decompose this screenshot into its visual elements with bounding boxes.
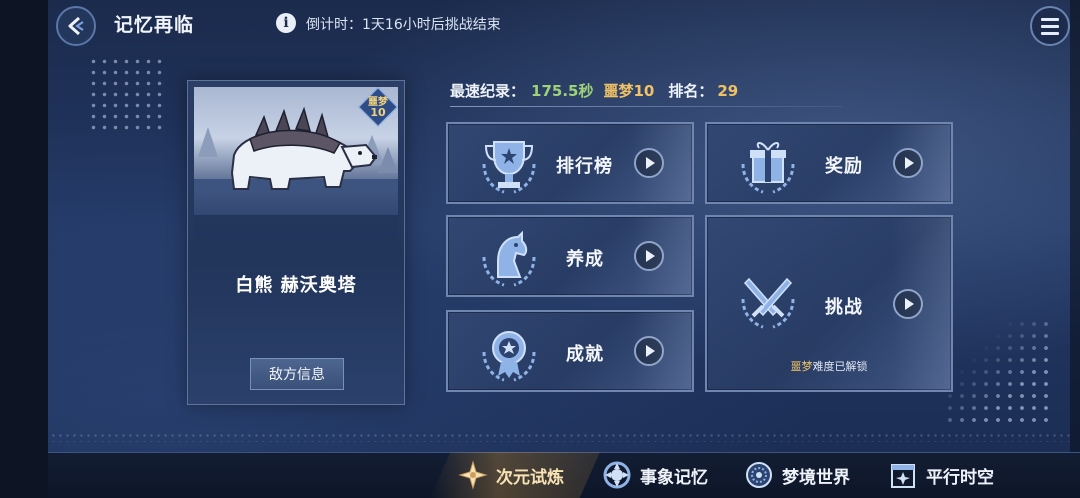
nav-label: 平行时空 — [926, 467, 994, 488]
boss-card: 噩梦 10 白熊 赫沃奥塔 敌方信息 — [187, 80, 405, 405]
arrow-right-icon[interactable] — [634, 241, 664, 271]
arrow-right-icon[interactable] — [893, 289, 923, 319]
compass-icon — [746, 462, 772, 488]
nav-tab-dream-world[interactable]: 梦境世界 — [744, 458, 850, 492]
info-icon[interactable]: i — [276, 13, 296, 33]
medal-icon — [482, 331, 536, 382]
right-edge — [1070, 0, 1080, 498]
decor-dots — [944, 318, 1056, 426]
achievements-label: 成就 — [566, 344, 604, 365]
arrow-right-icon[interactable] — [634, 336, 664, 366]
star-burst-icon — [458, 460, 488, 490]
record-label: 最速纪录： — [450, 82, 526, 100]
gate-icon — [891, 464, 915, 488]
hamburger-icon — [1041, 31, 1059, 35]
unlock-note-difficulty: 噩梦 — [790, 360, 813, 373]
screen-background: 记忆再临 i 倒计时：1天16小时后挑战结束 噩梦 10 白熊 赫沃奥塔 敌方信… — [0, 0, 1080, 498]
horse-head-icon — [482, 230, 536, 287]
challenge-label: 挑战 — [825, 297, 863, 318]
nav-label: 事象记忆 — [640, 467, 708, 488]
arrow-right-icon[interactable] — [893, 148, 923, 178]
left-edge — [0, 0, 48, 498]
portrait-fade — [194, 191, 398, 251]
countdown-text: 倒计时：1天16小时后挑战结束 — [306, 17, 501, 33]
nav-tab-parallel-spacetime[interactable]: 平行时空 — [888, 458, 994, 492]
hamburger-icon — [1041, 24, 1059, 28]
difficulty-level: 10 — [370, 106, 386, 119]
trophy-icon — [482, 141, 536, 194]
challenge-button[interactable]: 挑战 噩梦难度已解锁 — [705, 215, 953, 392]
difficulty-badge: 噩梦 10 — [358, 87, 398, 127]
rank-value: 29 — [717, 82, 739, 100]
nav-label: 梦境世界 — [782, 467, 850, 488]
unlock-note: 噩梦难度已解锁 — [707, 358, 951, 374]
back-button[interactable] — [56, 6, 96, 46]
nav-tab-dimension-trial[interactable]: 次元试炼 — [458, 458, 564, 492]
leaderboard-button[interactable]: 排行榜 — [446, 122, 694, 204]
spiral-icon — [603, 461, 631, 489]
record-difficulty: 噩梦10 — [603, 82, 655, 100]
rewards-button[interactable]: 奖励 — [705, 122, 953, 204]
best-record: 最速纪录： 175.5秒 噩梦10 排名： 29 — [450, 80, 738, 101]
decor-dots — [50, 432, 1070, 442]
develop-button[interactable]: 养成 — [446, 215, 694, 297]
decor-dots — [88, 56, 168, 134]
enemy-info-button[interactable]: 敌方信息 — [250, 358, 344, 390]
back-arrow-icon — [68, 16, 84, 36]
develop-label: 养成 — [566, 249, 604, 270]
gift-box-icon — [741, 142, 795, 194]
leaderboard-label: 排行榜 — [556, 156, 613, 177]
rewards-label: 奖励 — [825, 156, 863, 177]
achievements-button[interactable]: 成就 — [446, 310, 694, 392]
boss-name: 白熊 赫沃奥塔 — [235, 275, 357, 296]
arrow-right-icon[interactable] — [634, 148, 664, 178]
nav-tab-event-memory[interactable]: 事象记忆 — [602, 458, 708, 492]
page-title: 记忆再临 — [114, 14, 195, 36]
crossed-swords-icon — [741, 277, 795, 329]
unlock-note-text: 难度已解锁 — [812, 360, 868, 373]
menu-button[interactable] — [1030, 6, 1070, 46]
divider — [450, 106, 842, 107]
record-time: 175.5秒 — [531, 82, 594, 100]
nav-label: 次元试炼 — [496, 467, 564, 488]
hamburger-icon — [1041, 17, 1059, 21]
rank-label: 排名： — [668, 82, 714, 100]
